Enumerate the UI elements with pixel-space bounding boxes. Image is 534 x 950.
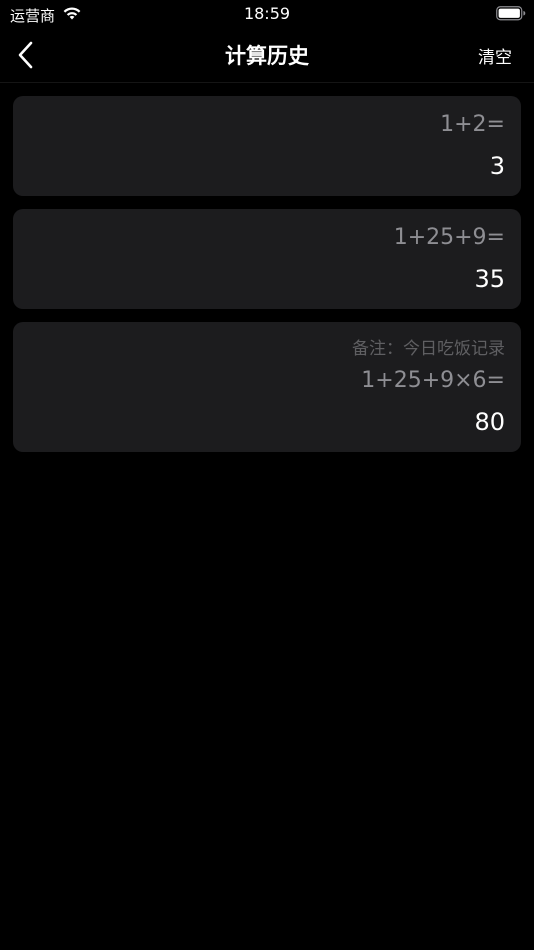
history-card[interactable]: 1+2= 3 bbox=[13, 96, 521, 196]
history-result: 80 bbox=[474, 408, 505, 436]
history-list: 1+2= 3 1+25+9= 35 备注：今日吃饭记录 1+25+9×6= 80 bbox=[13, 96, 521, 465]
history-result: 35 bbox=[474, 265, 505, 293]
status-time: 18:59 bbox=[243, 4, 291, 23]
history-result: 3 bbox=[489, 152, 505, 180]
page-title: 计算历史 bbox=[225, 44, 309, 68]
battery-icon bbox=[496, 6, 526, 21]
history-expression: 1+25+9= bbox=[393, 225, 505, 250]
history-card[interactable]: 备注：今日吃饭记录 1+25+9×6= 80 bbox=[13, 322, 521, 452]
history-expression: 1+2= bbox=[440, 112, 505, 137]
history-card[interactable]: 1+25+9= 35 bbox=[13, 209, 521, 309]
history-note: 备注：今日吃饭记录 bbox=[352, 339, 505, 359]
clear-button[interactable]: 清空 bbox=[478, 43, 512, 68]
navigation-bar: 计算历史 清空 bbox=[0, 28, 534, 83]
history-expression: 1+25+9×6= bbox=[361, 368, 505, 393]
status-bar: 运营商 18:59 bbox=[0, 0, 534, 28]
